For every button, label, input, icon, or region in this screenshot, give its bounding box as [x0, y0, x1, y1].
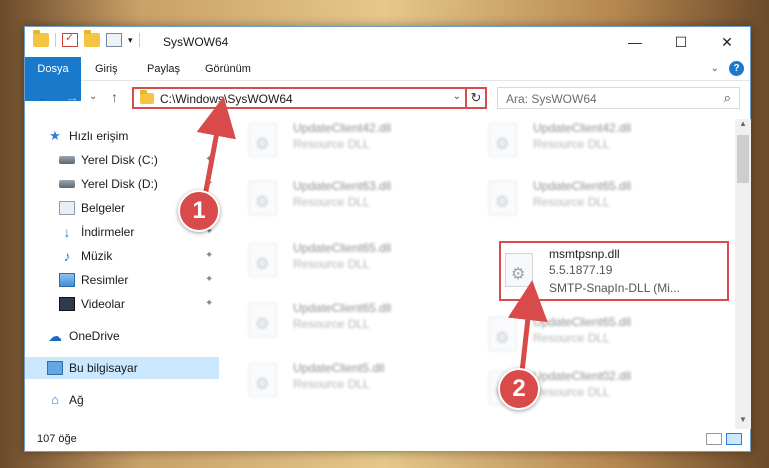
step-1-badge: 1	[178, 190, 220, 232]
annotation-arrows	[196, 96, 548, 373]
step-2-badge: 2	[498, 368, 540, 410]
arrow-to-address-bar	[196, 96, 236, 197]
arrow-to-highlighted-file	[507, 280, 548, 373]
